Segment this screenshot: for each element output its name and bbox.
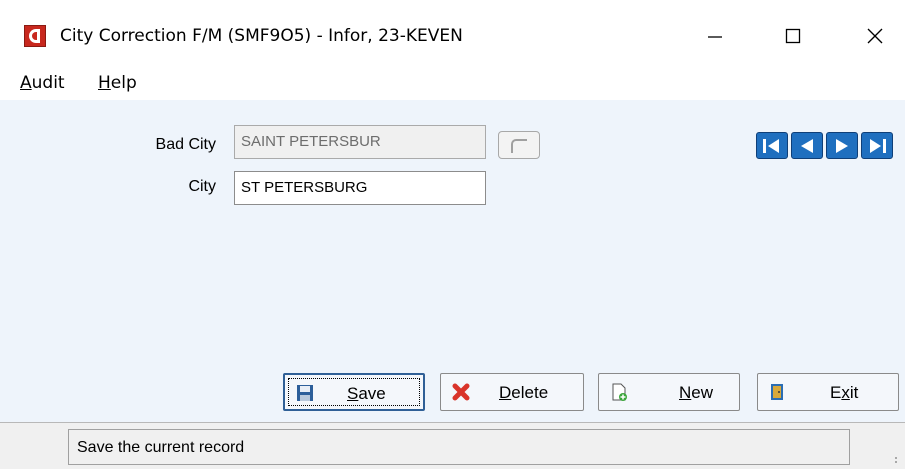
status-message: Save the current record <box>68 429 850 465</box>
delete-mnemonic: D <box>499 383 512 402</box>
city-label: City <box>188 178 216 195</box>
next-record-icon <box>836 138 848 153</box>
maximize-icon <box>785 28 801 44</box>
bad-city-field: SAINT PETERSBUR <box>234 125 486 159</box>
form-area: Bad City SAINT PETERSBUR City ST PETERSB… <box>0 100 905 422</box>
exit-button[interactable]: Exit <box>757 373 899 411</box>
new-document-icon <box>612 383 627 401</box>
new-label-rest: ew <box>691 383 714 402</box>
new-mnemonic: N <box>679 383 692 402</box>
save-label-rest: ave <box>358 384 386 403</box>
red-x-icon <box>452 383 470 401</box>
exit-mnemonic: x <box>841 383 850 402</box>
minimize-button[interactable] <box>692 18 738 54</box>
menu-audit[interactable]: Audit <box>20 73 65 93</box>
menu-bar: Audit Help <box>0 66 905 100</box>
minimize-icon <box>708 36 722 38</box>
close-icon <box>867 28 883 44</box>
first-record-icon <box>763 138 779 153</box>
exit-label-rest: it <box>849 383 859 402</box>
menu-audit-mnemonic: A <box>20 73 32 93</box>
delete-button[interactable]: Delete <box>440 373 584 411</box>
menu-help-mnemonic: H <box>98 73 111 93</box>
window-title: City Correction F/M (SMF9O5) - Infor, 23… <box>60 26 463 46</box>
maximize-button[interactable] <box>770 18 816 54</box>
delete-label-rest: elete <box>511 383 549 402</box>
exit-door-icon <box>771 384 783 400</box>
menu-help[interactable]: Help <box>98 73 137 93</box>
next-record-button[interactable] <box>826 132 858 159</box>
record-navigation <box>756 132 893 159</box>
app-logo-icon[interactable] <box>24 25 46 47</box>
save-button[interactable]: Save <box>283 373 425 411</box>
title-bar[interactable]: City Correction F/M (SMF9O5) - Infor, 23… <box>0 0 905 66</box>
floppy-disk-icon <box>297 385 313 401</box>
close-button[interactable] <box>852 18 898 54</box>
resize-grip-icon[interactable] <box>891 457 897 463</box>
menu-help-rest: elp <box>110 73 137 93</box>
bad-city-lookup-button[interactable] <box>498 131 540 159</box>
bad-city-label: Bad City <box>155 136 216 153</box>
last-record-button[interactable] <box>861 132 893 159</box>
new-button[interactable]: New <box>598 373 740 411</box>
previous-record-button[interactable] <box>791 132 823 159</box>
city-field[interactable]: ST PETERSBURG <box>234 171 486 205</box>
last-record-icon <box>870 138 886 153</box>
status-bar: Save the current record <box>0 422 905 469</box>
menu-audit-rest: udit <box>31 73 65 93</box>
save-mnemonic: S <box>347 384 359 403</box>
exit-label-prefix: E <box>830 383 842 402</box>
previous-record-icon <box>801 138 813 153</box>
first-record-button[interactable] <box>756 132 788 159</box>
